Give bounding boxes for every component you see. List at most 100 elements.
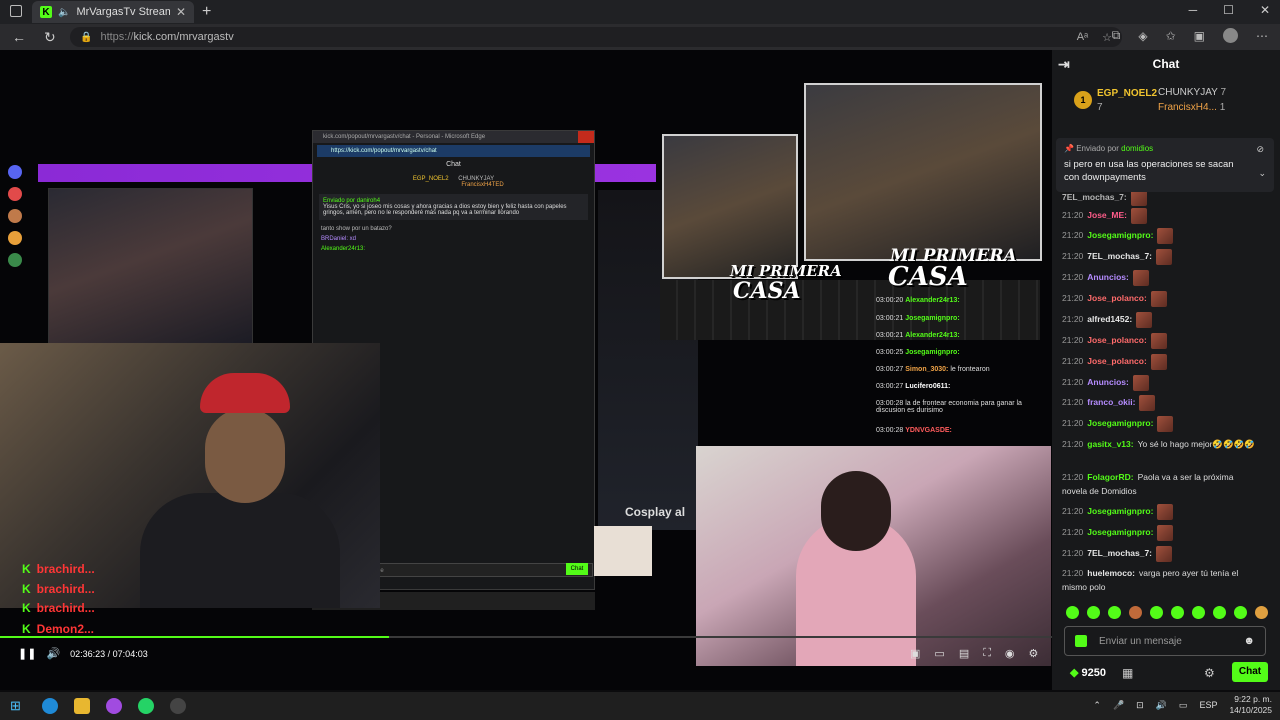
emote-icon[interactable]	[1087, 606, 1100, 619]
more-icon[interactable]: ⋯	[1256, 29, 1268, 43]
volume-tray-icon[interactable]: 🔊	[1156, 700, 1167, 711]
gifter-name[interactable]: FrancisxH4... 1	[1158, 102, 1225, 113]
message-username[interactable]: Josegamignpro:	[1087, 527, 1153, 537]
settings-icon[interactable]: ⚙	[1029, 647, 1039, 660]
message-username[interactable]: Jose_polanco:	[1087, 356, 1147, 366]
message-username[interactable]: Jose_ME:	[1087, 210, 1127, 220]
emote-icon[interactable]	[1157, 525, 1174, 541]
message-username[interactable]: Josegamignpro:	[1087, 230, 1153, 240]
messenger-icon[interactable]	[106, 698, 122, 714]
app-icon[interactable]	[170, 698, 186, 714]
url-field[interactable]: 🔒 https://kick.com/mrvargastv Aᵃ ☆	[70, 27, 1122, 47]
maximize-icon[interactable]: ☐	[1223, 3, 1234, 17]
message-username[interactable]: 7EL_mochas_7:	[1087, 251, 1152, 261]
mini-player-icon[interactable]: ▤	[959, 647, 969, 660]
chat-input[interactable]: Enviar un mensaje ☻	[1064, 626, 1266, 656]
message-username[interactable]: FolagorRD:	[1087, 472, 1133, 482]
favorite-star-icon[interactable]: ☆	[1102, 31, 1112, 44]
emote-icon[interactable]	[1130, 190, 1147, 206]
kicks-balance[interactable]: ◆ 9250	[1070, 666, 1106, 679]
send-chat-button[interactable]: Chat	[1232, 662, 1268, 682]
collapse-chat-icon[interactable]: ⇥	[1058, 56, 1070, 73]
emote-icon[interactable]	[1129, 606, 1142, 619]
emoji-icon[interactable]: ☻	[1243, 635, 1255, 647]
clip-icon[interactable]: ◉	[1005, 647, 1015, 660]
message-username[interactable]: 7EL_mochas_7:	[1062, 192, 1127, 202]
emote-icon[interactable]	[1157, 228, 1174, 244]
emote-icon[interactable]	[1150, 291, 1167, 307]
message-username[interactable]: Anuncios:	[1087, 272, 1129, 282]
extensions-icon[interactable]: ⧉	[1112, 28, 1121, 43]
message-username[interactable]: huelemoco:	[1087, 568, 1135, 578]
fullscreen-icon[interactable]: ⛶	[983, 647, 991, 660]
browser-tab[interactable]: K 🔈 MrVargasTv Stream - Watch Live ✕	[32, 1, 194, 23]
start-icon[interactable]: ⊞	[10, 698, 26, 714]
language-indicator[interactable]: ESP	[1199, 700, 1217, 710]
battery-icon[interactable]: ▭	[1179, 700, 1188, 711]
close-tab-icon[interactable]: ✕	[176, 5, 186, 19]
emote-icon[interactable]	[1066, 606, 1079, 619]
emote-icon[interactable]	[1157, 504, 1174, 520]
gifter-name[interactable]: EGP_NOEL2	[1097, 88, 1157, 99]
emote-icon[interactable]	[1171, 606, 1184, 619]
store-icon[interactable]: ▦	[1122, 666, 1133, 680]
message-username[interactable]: Jose_polanco:	[1087, 335, 1147, 345]
emote-icon[interactable]	[1255, 606, 1268, 619]
emote-icon[interactable]	[1157, 416, 1174, 432]
message-username[interactable]: 7EL_mochas_7:	[1087, 548, 1152, 558]
pause-icon[interactable]: ❚❚	[18, 647, 36, 660]
hide-icon[interactable]: ⊘	[1256, 144, 1264, 155]
workspaces-icon[interactable]	[10, 5, 22, 17]
volume-icon[interactable]: 🔊	[46, 647, 60, 660]
emote-icon[interactable]	[1130, 208, 1147, 224]
message-username[interactable]: Josegamignpro:	[1087, 418, 1153, 428]
chevron-up-icon[interactable]: ⌃	[1093, 700, 1101, 711]
message-username[interactable]: franco_okii:	[1087, 397, 1135, 407]
file-explorer-icon[interactable]	[74, 698, 90, 714]
whatsapp-icon[interactable]	[138, 698, 154, 714]
clock[interactable]: 9:22 p. m. 14/10/2025	[1229, 694, 1272, 716]
message-username[interactable]: Josegamignpro:	[1087, 506, 1153, 516]
emote-icon[interactable]	[1136, 312, 1153, 328]
speaker-icon[interactable]: 🔈	[58, 7, 70, 18]
video-player[interactable]: kick.com/popout/mrvargastv/chat - Person…	[0, 50, 1052, 690]
edge-icon[interactable]	[42, 698, 58, 714]
emote-icon[interactable]	[1108, 606, 1121, 619]
mic-icon[interactable]: 🎤	[1113, 700, 1124, 711]
emote-icon[interactable]	[1150, 333, 1167, 349]
new-tab-button[interactable]: +	[202, 3, 211, 21]
network-icon[interactable]: ⊡	[1136, 700, 1144, 711]
emote-icon[interactable]	[1139, 395, 1156, 411]
pip-icon[interactable]: ▣	[910, 647, 920, 660]
emote-icon[interactable]	[1132, 270, 1149, 286]
emote-icon[interactable]	[1213, 606, 1226, 619]
read-aloud-icon[interactable]: Aᵃ	[1077, 31, 1088, 44]
message-username[interactable]: Anuncios:	[1087, 377, 1129, 387]
lock-icon[interactable]: 🔒	[80, 32, 92, 43]
back-icon[interactable]: ←	[12, 29, 32, 45]
close-window-icon[interactable]: ✕	[1260, 3, 1270, 17]
theater-icon[interactable]: ▭	[934, 647, 944, 660]
message-username[interactable]: alfred1452:	[1087, 314, 1132, 324]
favorites-icon[interactable]: ✩	[1166, 29, 1176, 43]
emote-icon[interactable]	[1150, 354, 1167, 370]
collections-icon[interactable]: ▣	[1194, 29, 1205, 43]
minimize-icon[interactable]: ─	[1189, 3, 1198, 17]
emote-icon[interactable]	[1192, 606, 1205, 619]
copilot-icon[interactable]: ◈	[1138, 29, 1147, 43]
video-progress-bar[interactable]	[0, 636, 1052, 638]
message-username[interactable]: gasitx_v13:	[1087, 439, 1133, 449]
emote-icon[interactable]	[1150, 606, 1163, 619]
emote-icon[interactable]	[1234, 606, 1247, 619]
gifter-name[interactable]: CHUNKYJAY 7	[1158, 87, 1226, 98]
message-username[interactable]: Jose_polanco:	[1087, 293, 1147, 303]
popup-close-icon[interactable]	[578, 131, 594, 143]
chevron-down-icon[interactable]: ⌄	[1258, 168, 1266, 179]
chat-settings-icon[interactable]: ⚙	[1204, 666, 1215, 680]
emote-icon[interactable]	[1156, 546, 1173, 562]
emote-icon[interactable]	[1156, 249, 1173, 265]
chat-message: 21:20 Anuncios:	[1062, 375, 1149, 391]
refresh-icon[interactable]: ↻	[44, 29, 64, 46]
profile-avatar[interactable]	[1223, 28, 1238, 43]
emote-icon[interactable]	[1132, 375, 1149, 391]
